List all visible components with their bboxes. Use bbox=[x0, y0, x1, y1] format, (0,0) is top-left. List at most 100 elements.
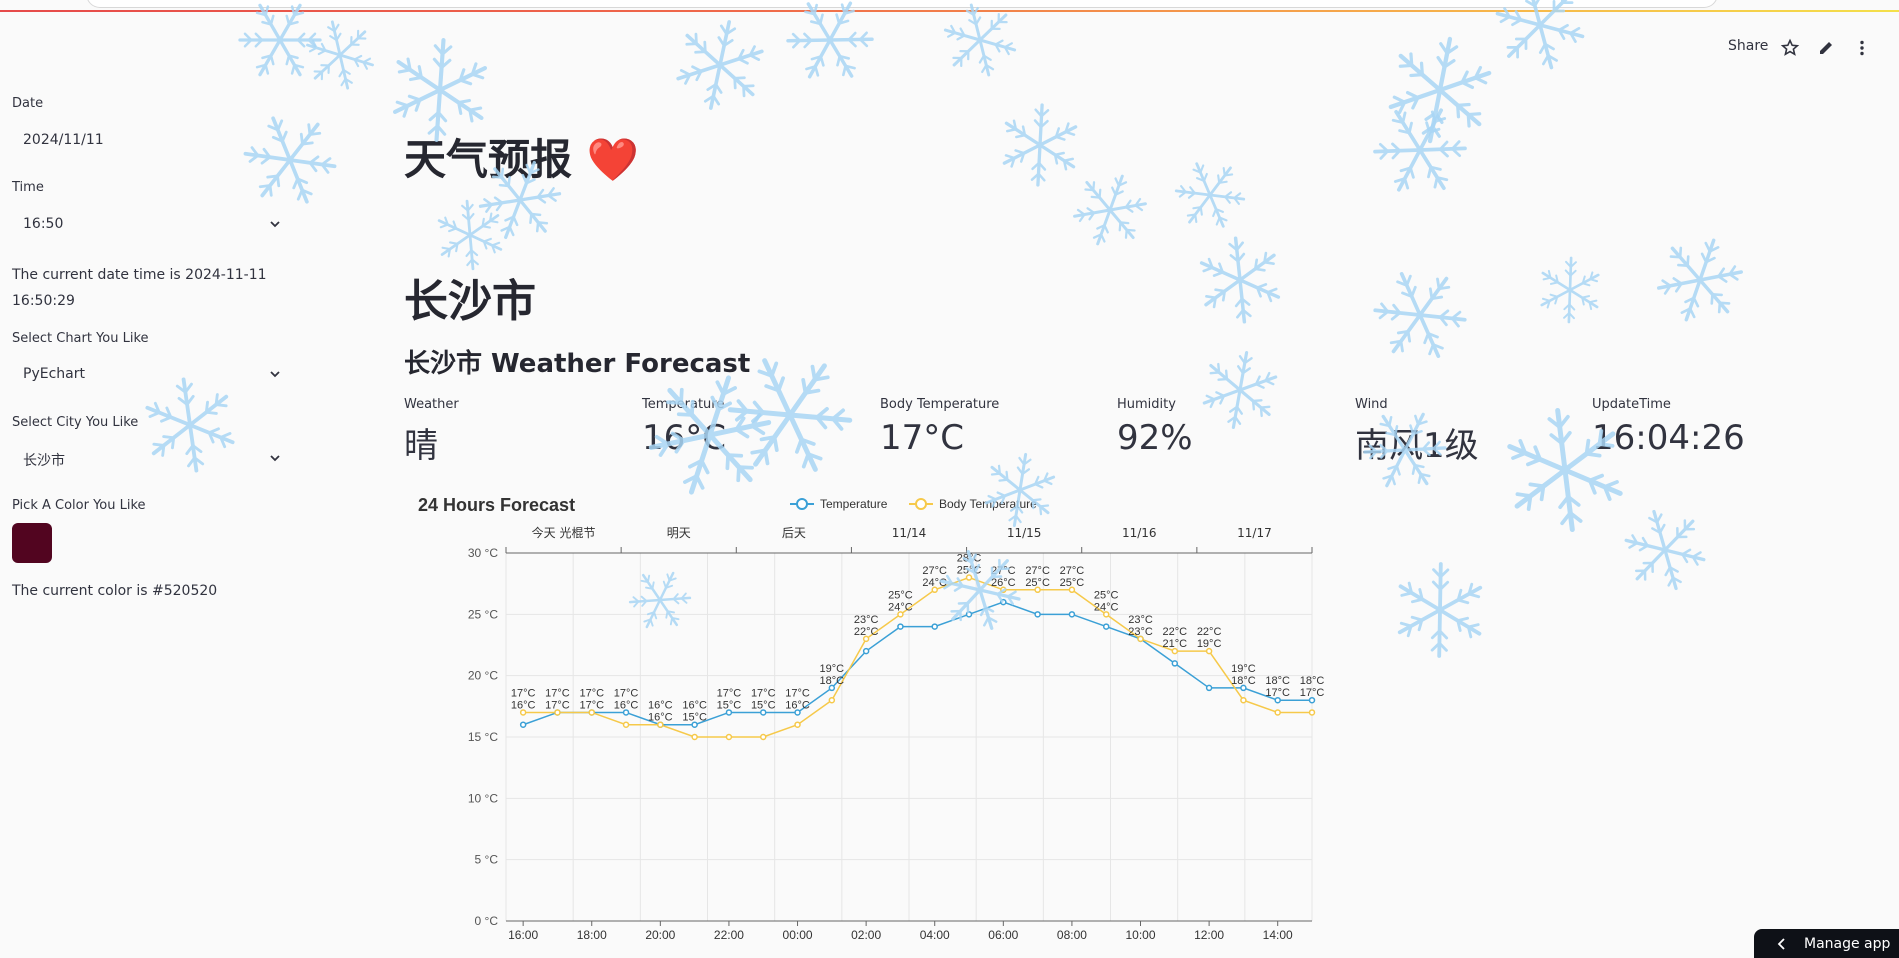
legend-label-1: Body Temperature bbox=[939, 497, 1037, 511]
top-axis-label: 今天 光棍节 bbox=[532, 525, 596, 540]
x-tick-label: 10:00 bbox=[1125, 928, 1155, 942]
x-tick-label: 04:00 bbox=[920, 928, 950, 942]
data-label: 17°C bbox=[785, 687, 810, 699]
y-tick-label: 0 °C bbox=[475, 914, 499, 928]
data-label: 27°C bbox=[991, 565, 1016, 577]
metric-body-temperature-label: Body Temperature bbox=[880, 397, 1000, 412]
data-point bbox=[622, 721, 630, 728]
top-axis-label: 后天 bbox=[782, 526, 806, 540]
data-label: 17°C bbox=[717, 687, 742, 699]
page-title: 天气预报 ❤️ bbox=[404, 126, 639, 187]
data-label: 22°C bbox=[1197, 626, 1222, 638]
data-label: 16°C bbox=[785, 699, 810, 711]
data-label: 18°C bbox=[820, 675, 845, 687]
data-point bbox=[1034, 611, 1041, 618]
top-axis-label: 明天 bbox=[667, 526, 691, 540]
more-vertical-icon[interactable] bbox=[1852, 38, 1872, 58]
x-tick-label: 12:00 bbox=[1194, 928, 1224, 942]
data-label: 19°C bbox=[1197, 638, 1222, 650]
data-label: 16°C bbox=[614, 699, 639, 711]
snowflake-icon bbox=[306, 20, 374, 90]
data-point bbox=[1308, 709, 1316, 716]
y-tick-label: 30 °C bbox=[468, 546, 498, 560]
data-label: 17°C bbox=[545, 699, 570, 711]
date-input[interactable]: 2024/11/11 bbox=[12, 124, 292, 158]
x-tick-label: 22:00 bbox=[714, 928, 744, 942]
page-title-text: 天气预报 bbox=[404, 135, 573, 184]
data-label: 25°C bbox=[888, 589, 913, 601]
chart-select[interactable]: PyEchart bbox=[12, 358, 292, 392]
manage-app-label: Manage app bbox=[1804, 936, 1891, 952]
data-label: 16°C bbox=[648, 700, 673, 712]
time-value: 16:50 bbox=[23, 216, 64, 232]
city-select[interactable]: 长沙市 bbox=[12, 442, 292, 476]
data-point bbox=[1240, 696, 1247, 704]
data-label: 22°C bbox=[1163, 626, 1188, 638]
data-label: 18°C bbox=[1265, 675, 1290, 687]
data-point bbox=[828, 696, 836, 704]
data-label: 23°C bbox=[854, 614, 879, 626]
top-axis-label: 11/14 bbox=[892, 526, 927, 540]
data-label: 23°C bbox=[1128, 626, 1153, 638]
top-axis-label: 11/15 bbox=[1007, 526, 1042, 540]
metric-wind-label: Wind bbox=[1355, 397, 1388, 412]
data-label: 17°C bbox=[614, 687, 639, 699]
data-point bbox=[1000, 598, 1007, 606]
date-value: 2024/11/11 bbox=[23, 132, 104, 148]
data-label: 15°C bbox=[717, 699, 742, 711]
metric-temperature-value: 16°C bbox=[642, 418, 727, 458]
data-point bbox=[1171, 660, 1179, 667]
current-color-text: The current color is #520520 bbox=[12, 583, 218, 599]
data-label: 15°C bbox=[751, 699, 776, 711]
data-label: 25°C bbox=[1025, 577, 1050, 589]
x-tick-label: 00:00 bbox=[783, 928, 813, 942]
time-select[interactable]: 16:50 bbox=[12, 208, 292, 242]
metric-weather-value: 晴 bbox=[404, 426, 438, 466]
data-point bbox=[794, 721, 801, 728]
x-tick-label: 06:00 bbox=[988, 928, 1018, 942]
data-label: 25°C bbox=[1094, 589, 1119, 601]
data-point bbox=[1205, 684, 1213, 692]
city-select-label: Select City You Like bbox=[12, 415, 139, 430]
legend-marker-1 bbox=[915, 498, 927, 510]
color-picker-label: Pick A Color You Like bbox=[12, 498, 146, 513]
data-label: 16°C bbox=[511, 699, 536, 711]
data-label: 27°C bbox=[1025, 565, 1050, 577]
data-label: 26°C bbox=[991, 577, 1016, 589]
metric-weather-label: Weather bbox=[404, 397, 459, 412]
x-tick-label: 08:00 bbox=[1057, 928, 1087, 942]
chevron-down-icon bbox=[270, 455, 280, 462]
current-datetime-text: The current date time is 2024-11-11 16:5… bbox=[12, 267, 267, 309]
color-picker-swatch[interactable] bbox=[12, 523, 52, 563]
data-point bbox=[1274, 709, 1281, 716]
data-label: 17°C bbox=[545, 687, 570, 699]
data-label: 18°C bbox=[1231, 675, 1256, 687]
x-tick-label: 02:00 bbox=[851, 928, 881, 942]
city-heading: 长沙市 bbox=[404, 276, 536, 327]
metric-body-temperature-value: 17°C bbox=[880, 418, 965, 458]
data-label: 17°C bbox=[751, 687, 776, 699]
data-label: 23°C bbox=[1128, 614, 1153, 626]
data-point bbox=[897, 623, 904, 630]
data-label: 28°C bbox=[957, 553, 982, 565]
x-tick-label: 20:00 bbox=[645, 928, 675, 942]
chevron-down-icon bbox=[270, 371, 280, 378]
y-tick-label: 10 °C bbox=[468, 791, 498, 805]
chart-select-value: PyEchart bbox=[23, 366, 85, 382]
data-label: 27°C bbox=[922, 565, 947, 577]
data-label: 24°C bbox=[922, 577, 947, 589]
data-label: 25°C bbox=[957, 565, 982, 577]
chart-title: 24 Hours Forecast bbox=[418, 495, 575, 515]
metric-temperature-label: Temperature bbox=[642, 397, 725, 412]
pencil-icon[interactable] bbox=[1816, 38, 1836, 58]
data-label: 24°C bbox=[888, 601, 913, 613]
metric-wind-value: 南风1级 bbox=[1355, 426, 1479, 466]
data-point bbox=[862, 647, 870, 655]
data-label: 15°C bbox=[682, 712, 707, 724]
time-label: Time bbox=[12, 180, 44, 195]
data-label: 25°C bbox=[1060, 577, 1085, 589]
manage-app-button[interactable]: Manage app bbox=[1754, 929, 1899, 958]
forecast-chart: 24 Hours Forecast Temperature Body Tempera… bbox=[418, 495, 1324, 942]
heart-emoji-icon: ❤️ bbox=[586, 135, 639, 184]
date-label: Date bbox=[12, 96, 44, 111]
